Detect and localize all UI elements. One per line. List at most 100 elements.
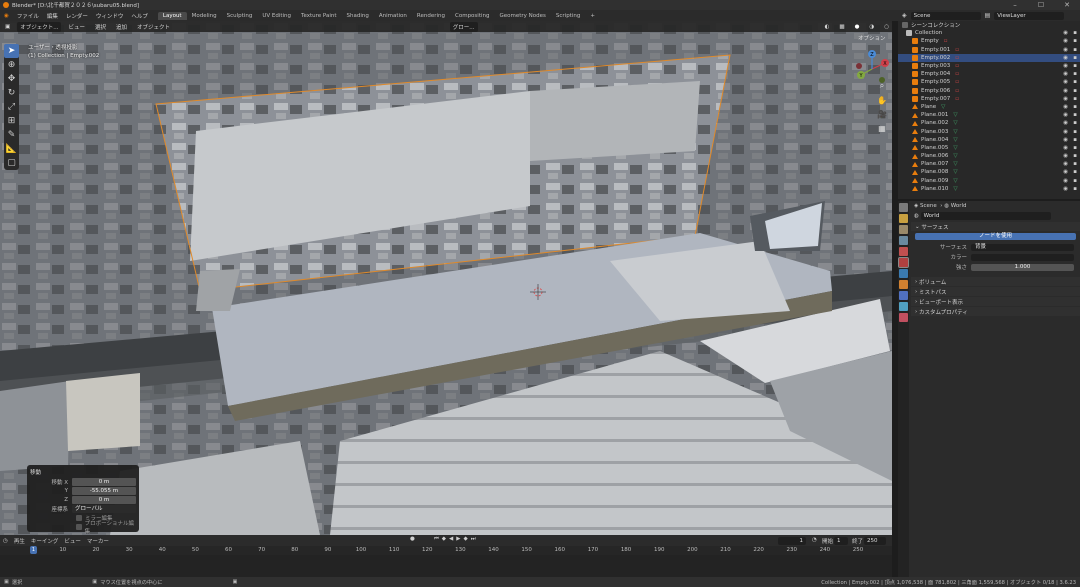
tab-texture-paint[interactable]: Texture Paint: [296, 12, 342, 20]
surface-value[interactable]: 背景: [971, 243, 1074, 251]
camera-icon[interactable]: ▪: [1073, 104, 1077, 110]
constraint-icon[interactable]: ▫: [944, 38, 948, 44]
outliner-item[interactable]: Plane.005 ▽ ◉ ▪: [898, 144, 1080, 152]
mesh-data-icon[interactable]: ▽: [953, 137, 957, 143]
constraint-icon[interactable]: ▫: [955, 71, 959, 77]
timeline-editor-icon[interactable]: ◷: [3, 538, 8, 544]
shading-rendered-icon[interactable]: ○: [881, 23, 892, 31]
eye-icon[interactable]: ◉: [1063, 145, 1068, 151]
tab-geometry-nodes[interactable]: Geometry Nodes: [494, 12, 550, 20]
eye-icon[interactable]: ◉: [1063, 104, 1068, 110]
camera-icon[interactable]: ▪: [1073, 129, 1077, 135]
eye-icon[interactable]: ◉: [1063, 30, 1068, 36]
prev-key-icon[interactable]: ◆: [442, 536, 446, 543]
outliner[interactable]: シーンコレクション Collection ◉ ▪ Empty ▫ ◉ ▪ Empty.0…: [898, 21, 1080, 199]
overlay-icon[interactable]: ◐: [822, 23, 833, 31]
outliner-item[interactable]: Plane.010 ▽ ◉ ▪: [898, 185, 1080, 193]
next-key-icon[interactable]: ◆: [463, 536, 467, 543]
outliner-item[interactable]: Empty.005 ▫ ◉ ▪: [898, 78, 1080, 86]
blender-menu-icon[interactable]: ◉: [0, 13, 13, 19]
tab-sculpting[interactable]: Sculpting: [222, 12, 258, 20]
mesh-data-icon[interactable]: ▽: [953, 161, 957, 167]
eye-icon[interactable]: ◉: [1063, 38, 1068, 44]
minimize-icon[interactable]: –: [1002, 0, 1028, 10]
camera-icon[interactable]: ▪: [1073, 178, 1077, 184]
cursor-tool-icon[interactable]: ⊕: [4, 58, 19, 72]
play-reverse-icon[interactable]: ◀: [449, 536, 453, 543]
outliner-item[interactable]: Empty.006 ▫ ◉ ▪: [898, 87, 1080, 95]
physics-tab-icon[interactable]: [899, 302, 908, 311]
annotate-tool-icon[interactable]: ✎: [4, 128, 19, 142]
tab-animation[interactable]: Animation: [374, 12, 412, 20]
outliner-item[interactable]: Empty.001 ▫ ◉ ▪: [898, 46, 1080, 54]
eye-icon[interactable]: ◉: [1063, 79, 1068, 85]
jump-start-icon[interactable]: ⏮: [434, 536, 439, 543]
camera-icon[interactable]: ▪: [1073, 120, 1077, 126]
mesh-data-icon[interactable]: ▽: [953, 145, 957, 151]
shading-material-icon[interactable]: ◑: [866, 23, 877, 31]
proportional-checkbox[interactable]: [76, 524, 82, 531]
camera-icon[interactable]: ▪: [1073, 145, 1077, 151]
transform-tool-icon[interactable]: ⊞: [4, 114, 19, 128]
constraint-icon[interactable]: ▫: [955, 79, 959, 85]
viewport-menu-select[interactable]: 選択: [92, 22, 109, 32]
scene-field[interactable]: Scene: [910, 11, 981, 20]
editor-type-icon[interactable]: ▣: [2, 23, 13, 31]
current-frame-field[interactable]: 1: [778, 537, 806, 545]
menu-file[interactable]: ファイル: [13, 12, 43, 20]
eye-icon[interactable]: ◉: [1063, 178, 1068, 184]
view-layer-tab-icon[interactable]: [899, 236, 908, 245]
eye-icon[interactable]: ◉: [1063, 137, 1068, 143]
camera-icon[interactable]: ▪: [1073, 96, 1077, 102]
eye-icon[interactable]: ◉: [1063, 112, 1068, 118]
mesh-data-icon[interactable]: ▽: [953, 120, 957, 126]
add-workspace-icon[interactable]: +: [585, 12, 600, 20]
outliner-item[interactable]: Plane ▽ ◉ ▪: [898, 103, 1080, 111]
eye-icon[interactable]: ◉: [1063, 161, 1068, 167]
use-nodes-button[interactable]: ノードを使用: [915, 233, 1076, 240]
timeline-menu-marker[interactable]: マーカー: [87, 537, 109, 545]
camera-icon[interactable]: ▪: [1073, 47, 1077, 53]
orientation-dropdown[interactable]: グロー...: [449, 21, 478, 32]
rotate-tool-icon[interactable]: ↻: [4, 86, 19, 100]
eye-icon[interactable]: ◉: [1063, 88, 1068, 94]
playhead[interactable]: 1: [30, 546, 37, 554]
close-icon[interactable]: ✕: [1054, 0, 1080, 10]
record-icon[interactable]: ●: [410, 536, 415, 543]
output-tab-icon[interactable]: [899, 225, 908, 234]
constraint-icon[interactable]: ▫: [955, 63, 959, 69]
section-custom-props[interactable]: › カスタムプロパティ: [911, 307, 1080, 316]
tab-modeling[interactable]: Modeling: [187, 12, 222, 20]
render-tab-icon[interactable]: [899, 214, 908, 223]
jump-end-icon[interactable]: ⏭: [471, 536, 476, 543]
camera-icon[interactable]: ▪: [1073, 63, 1077, 69]
outliner-item[interactable]: Plane.001 ▽ ◉ ▪: [898, 111, 1080, 119]
eye-icon[interactable]: ◉: [1063, 169, 1068, 175]
outliner-item[interactable]: Plane.009 ▽ ◉ ▪: [898, 177, 1080, 185]
mesh-data-icon[interactable]: ▽: [953, 153, 957, 159]
mesh-data-icon[interactable]: ▽: [953, 186, 957, 192]
mesh-data-icon[interactable]: ▽: [953, 178, 957, 184]
tab-uv-editing[interactable]: UV Editing: [257, 12, 296, 20]
tab-scripting[interactable]: Scripting: [551, 12, 585, 20]
surface-section-header[interactable]: ⌄ サーフェス: [911, 222, 1080, 231]
eye-icon[interactable]: ◉: [1063, 153, 1068, 159]
mirror-checkbox[interactable]: [76, 515, 82, 522]
outliner-item[interactable]: Empty.002 ▫ ◉ ▪: [898, 53, 1080, 62]
mesh-data-icon[interactable]: ▽: [941, 104, 945, 110]
play-icon[interactable]: ▶: [456, 536, 460, 543]
modifier-tab-icon[interactable]: [899, 291, 908, 300]
options-label[interactable]: オプション: [858, 34, 886, 42]
camera-icon[interactable]: ▪: [1073, 186, 1077, 192]
eye-icon[interactable]: ◉: [1063, 55, 1068, 61]
pan-hand-icon[interactable]: ✋: [876, 94, 888, 106]
constraint-icon[interactable]: ▫: [955, 88, 959, 94]
move-z-field[interactable]: 0 m: [72, 496, 136, 505]
measure-tool-icon[interactable]: 📐: [4, 142, 19, 156]
camera-icon[interactable]: ▪: [1073, 38, 1077, 44]
outliner-collection[interactable]: Collection ◉ ▪: [898, 29, 1080, 37]
outliner-item[interactable]: Plane.002 ▽ ◉ ▪: [898, 119, 1080, 127]
outliner-item[interactable]: Empty.004 ▫ ◉ ▪: [898, 70, 1080, 78]
move-tool-icon[interactable]: ✥: [4, 72, 19, 86]
tab-shading[interactable]: Shading: [342, 12, 374, 20]
